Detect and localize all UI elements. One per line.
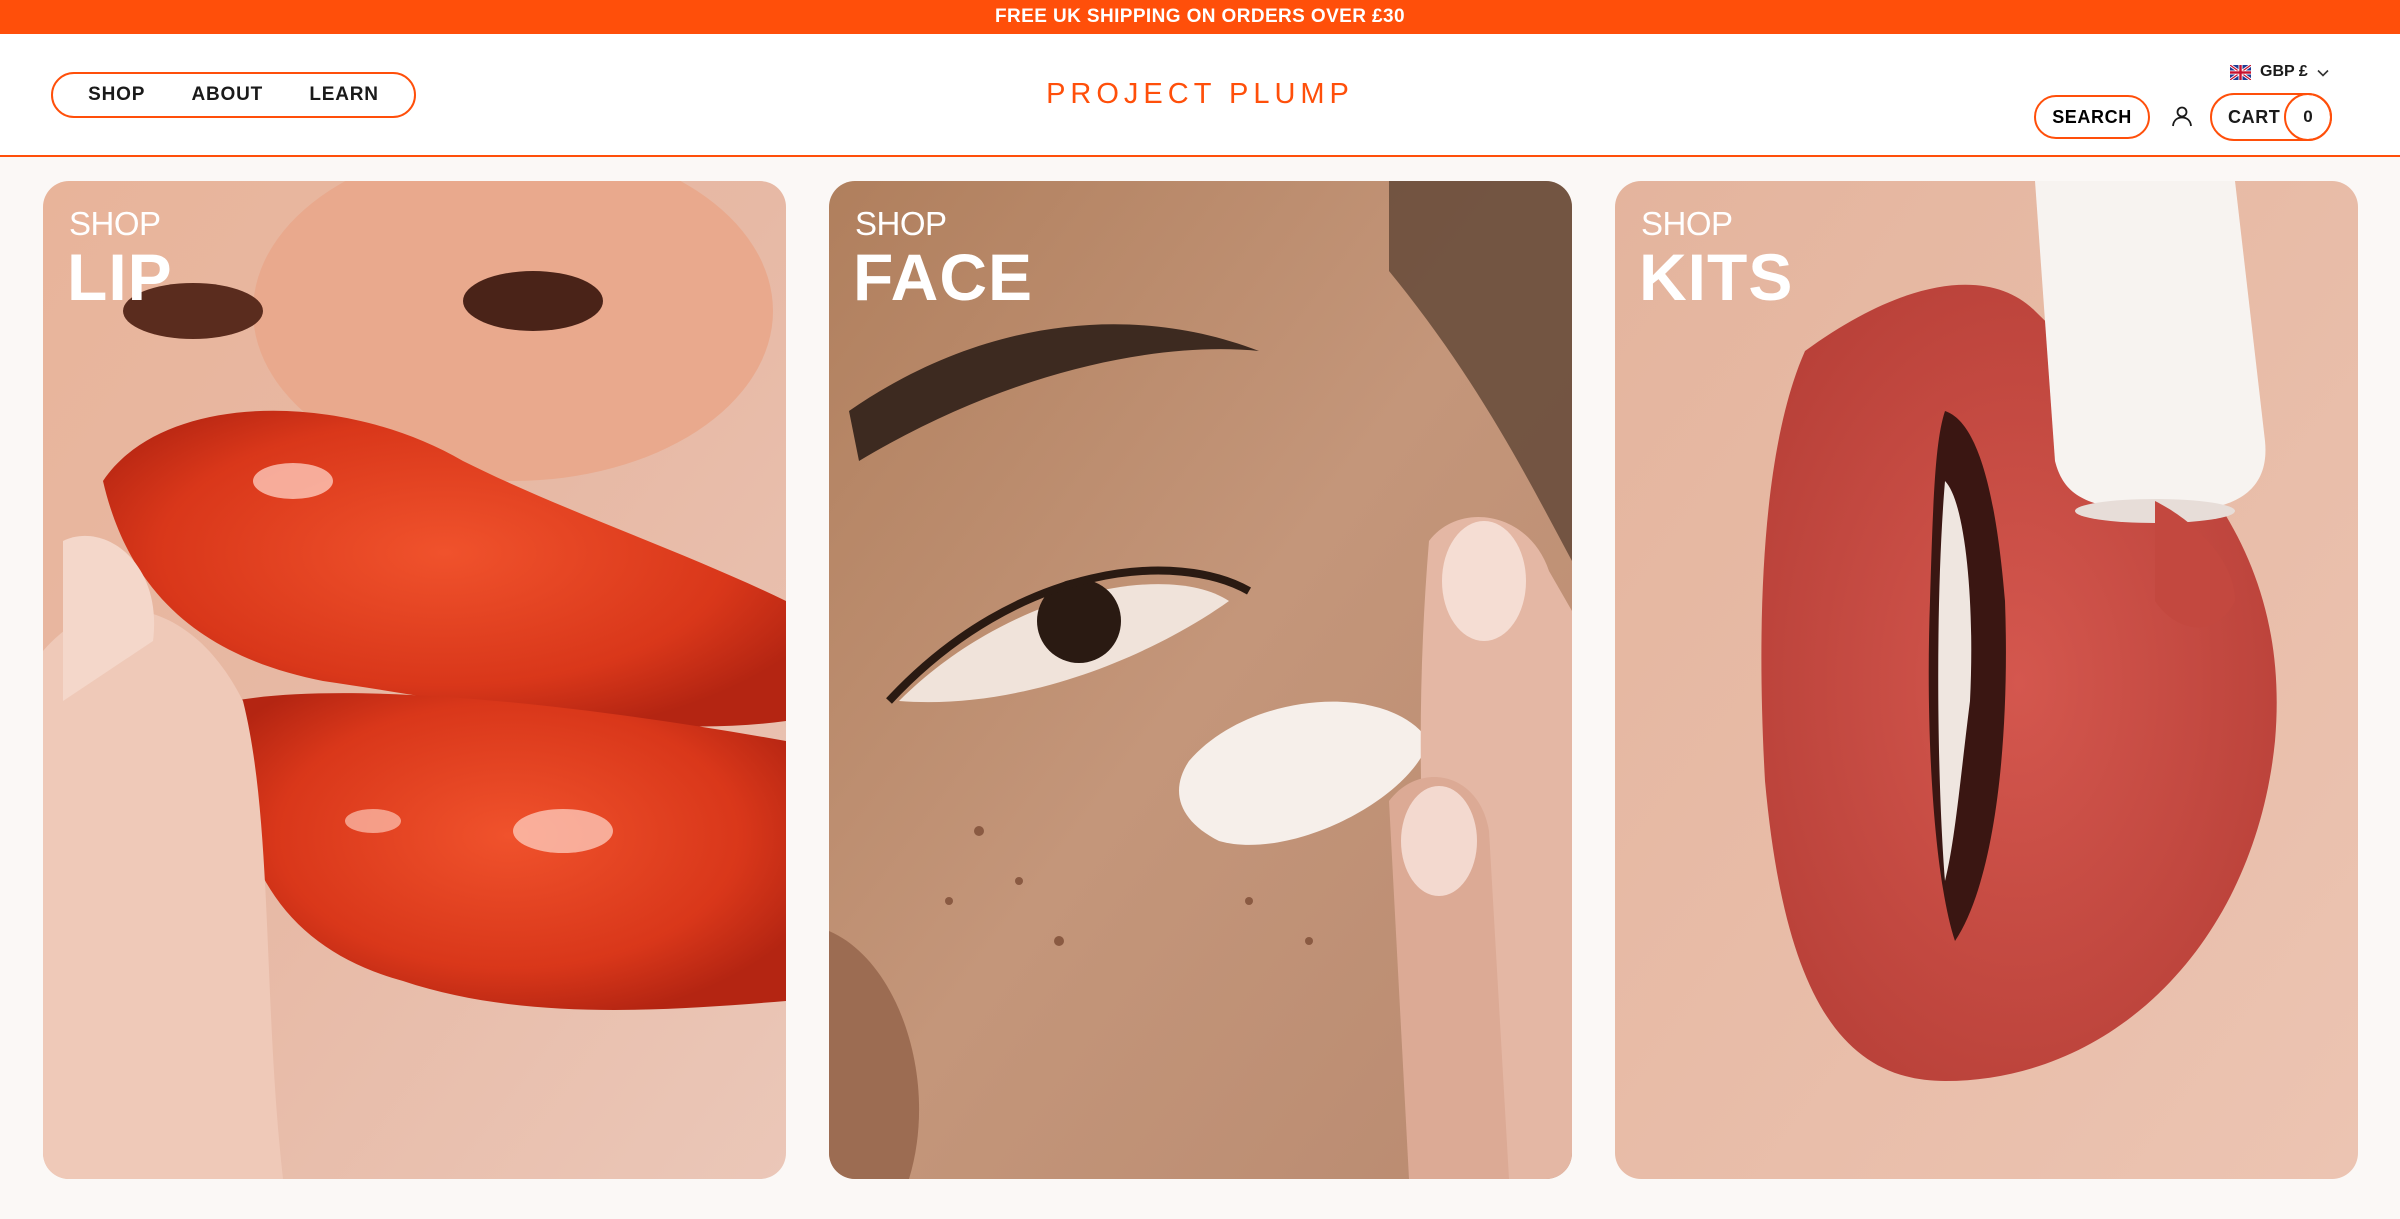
currency-selector[interactable]: GBP £ xyxy=(2230,62,2329,82)
card-prefix: SHOP xyxy=(69,205,161,242)
card-prefix: SHOP xyxy=(1641,205,1733,242)
kits-image xyxy=(1615,181,2358,1179)
card-prefix: SHOP xyxy=(855,205,947,242)
chevron-down-icon xyxy=(2317,65,2329,80)
main-nav: SHOP ABOUT LEARN xyxy=(51,72,416,118)
shop-kits-card[interactable]: SHOP KITS xyxy=(1615,181,2358,1179)
card-title: LIP xyxy=(67,240,173,314)
card-title: FACE xyxy=(853,240,1034,314)
shop-face-card[interactable]: SHOP FACE xyxy=(829,181,1572,1179)
cart-label: CART xyxy=(2228,106,2281,127)
nav-learn-link[interactable]: LEARN xyxy=(301,80,386,110)
nav-shop-link[interactable]: SHOP xyxy=(80,80,153,110)
uk-flag-icon xyxy=(2230,64,2251,80)
shop-lip-card[interactable]: SHOP LIP xyxy=(43,181,786,1179)
user-icon[interactable] xyxy=(2168,102,2196,130)
face-image xyxy=(829,181,1572,1179)
lip-image xyxy=(43,181,786,1179)
cart-button[interactable]: CART 0 xyxy=(2210,93,2332,141)
nav-about-link[interactable]: ABOUT xyxy=(184,80,272,110)
announcement-bar: FREE UK SHIPPING ON ORDERS OVER £30 xyxy=(0,0,2400,34)
announcement-text: FREE UK SHIPPING ON ORDERS OVER £30 xyxy=(995,6,1405,27)
card-title: KITS xyxy=(1639,240,1794,314)
site-header: SHOP ABOUT LEARN PROJECT PLUMP GBP £ SEA… xyxy=(0,34,2400,157)
search-button[interactable]: SEARCH xyxy=(2034,95,2150,139)
currency-label: GBP £ xyxy=(2260,63,2308,80)
cart-count-badge: 0 xyxy=(2284,93,2332,141)
